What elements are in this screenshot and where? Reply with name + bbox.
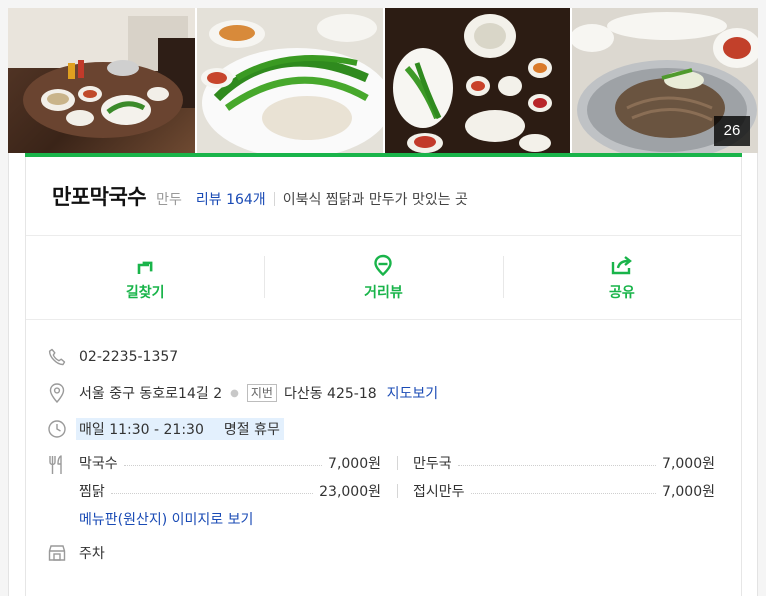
menu-item: 찜닭 23,000원 (79, 482, 381, 500)
photo-table-spread[interactable] (385, 8, 570, 153)
bullet-separator: ● (230, 387, 239, 399)
phone-icon (46, 346, 68, 368)
menu-image-link[interactable]: 메뉴판(원산지) 이미지로 보기 (79, 509, 715, 529)
share-button[interactable]: 공유 (502, 236, 741, 319)
photo-count-badge[interactable]: 26 (714, 116, 750, 146)
location-pin-icon (46, 382, 68, 404)
place-name[interactable]: 만포막국수 (52, 181, 147, 211)
menu-item: 접시만두 7,000원 (397, 482, 715, 500)
place-card: 만포막국수 만두 리뷰 164개 이북식 찜닭과 만두가 맛있는 곳 길찾기 거… (25, 157, 742, 596)
phone-row: 02-2235-1357 (46, 346, 178, 368)
directions-label: 길찾기 (125, 284, 165, 301)
menu-item-price: 7,000원 (328, 456, 381, 472)
directions-button[interactable]: 길찾기 (26, 236, 264, 319)
divider (26, 319, 741, 320)
road-address: 서울 중구 동호로14길 2 (79, 386, 223, 402)
photo-chicken-dish[interactable] (197, 8, 383, 153)
fork-knife-icon (46, 454, 68, 476)
photo-strip[interactable]: 26 (8, 8, 758, 153)
menu-section: 막국수 7,000원 만두국 7,000원 찜닭 23,000원 접시만두 7,… (79, 454, 715, 529)
parking-row: 주차 (46, 542, 105, 564)
share-label: 공유 (608, 284, 635, 301)
map-link[interactable]: 지도보기 (387, 383, 439, 403)
divider (273, 192, 275, 206)
hours-text: 매일 11:30 - 21:30 (79, 422, 204, 438)
address-row: 서울 중구 동호로14길 2 ● 지번 다산동 425-18 지도보기 (46, 382, 438, 404)
menu-item-name: 접시만두 (413, 484, 465, 500)
directions-icon (137, 261, 153, 274)
holiday-note: 명절 휴무 (223, 422, 280, 438)
share-icon (611, 255, 632, 274)
menu-item-price: 7,000원 (662, 484, 715, 500)
streetview-button[interactable]: 거리뷰 (264, 236, 502, 319)
menu-item-name: 찜닭 (79, 484, 105, 500)
menu-item: 막국수 7,000원 (79, 454, 381, 472)
menu-item-name: 막국수 (79, 456, 118, 472)
business-hours[interactable]: 매일 11:30 - 21:30 명절 휴무 (76, 418, 284, 440)
menu-item-name: 만두국 (413, 456, 452, 472)
place-description: 이북식 찜닭과 만두가 맛있는 곳 (282, 192, 468, 208)
clock-icon (46, 418, 68, 440)
parking-label: 주차 (79, 546, 105, 562)
review-link[interactable]: 리뷰 164개 (196, 189, 266, 209)
photo-restaurant-interior[interactable] (8, 8, 195, 153)
parking-icon (46, 542, 68, 564)
menu-item-price: 7,000원 (662, 456, 715, 472)
menu-item: 만두국 7,000원 (397, 454, 715, 472)
title-row: 만포막국수 만두 리뷰 164개 이북식 찜닭과 만두가 맛있는 곳 (52, 181, 468, 211)
photo-buckwheat-noodles[interactable]: 26 (572, 8, 758, 153)
streetview-label: 거리뷰 (364, 284, 403, 301)
dotted-leader (123, 464, 323, 466)
menu-item-price: 23,000원 (319, 484, 381, 500)
dotted-leader (457, 464, 657, 466)
streetview-icon (374, 254, 393, 276)
action-bar: 길찾기 거리뷰 공유 (26, 236, 741, 319)
jibun-address: 다산동 425-18 (283, 386, 377, 402)
phone-number[interactable]: 02-2235-1357 (79, 349, 178, 365)
jibun-tag: 지번 (246, 384, 277, 402)
dotted-leader (110, 492, 314, 494)
dotted-leader (470, 492, 657, 494)
place-category: 만두 (156, 192, 182, 208)
menu-list: 막국수 7,000원 만두국 7,000원 찜닭 23,000원 접시만두 7,… (79, 454, 715, 500)
hours-row: 매일 11:30 - 21:30 명절 휴무 (46, 418, 284, 440)
